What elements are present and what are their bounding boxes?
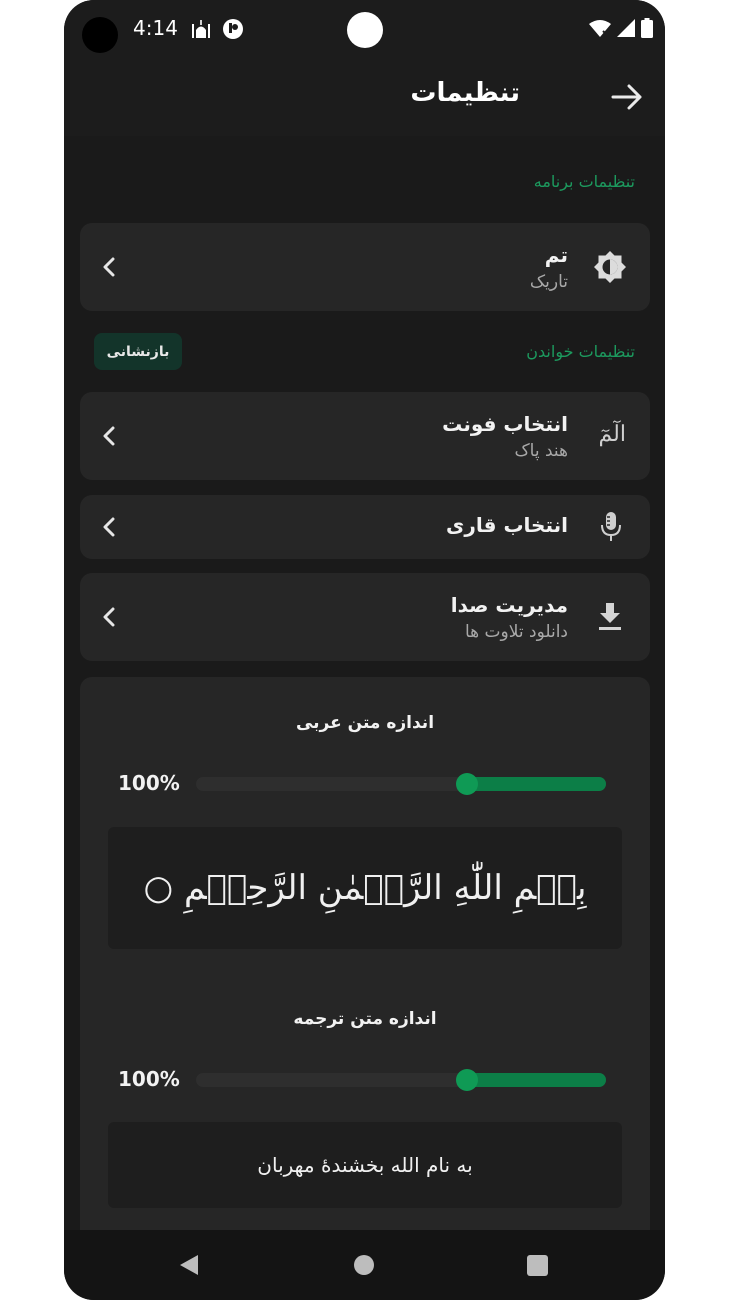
download-icon — [599, 603, 621, 630]
font-title: انتخاب فونت — [442, 412, 568, 436]
nav-back-icon[interactable] — [178, 1253, 200, 1277]
audio-setting[interactable]: مدیریت صدا دانلود تلاوت ها — [80, 573, 650, 661]
slider-thumb[interactable] — [456, 1069, 478, 1091]
system-nav-bar — [64, 1230, 665, 1300]
theme-setting[interactable]: تم تاریک — [80, 223, 650, 311]
slider-thumb[interactable] — [456, 773, 478, 795]
status-time: 4:14 — [133, 16, 178, 40]
battery-icon — [641, 18, 653, 38]
chevron-left-icon — [103, 607, 115, 627]
chevron-left-icon — [103, 426, 115, 446]
slider-fill — [467, 777, 606, 791]
font-setting[interactable]: الٓمٓ انتخاب فونت هند پاک — [80, 392, 650, 480]
theme-title: تم — [544, 243, 568, 267]
audio-subtitle: دانلود تلاوت ها — [464, 622, 568, 642]
settings-content: تنظیمات برنامه تم تاریک تنظیمات خواندن ب… — [64, 136, 665, 1237]
arabic-size-percent: 100% — [118, 771, 180, 795]
nav-home-icon[interactable] — [354, 1255, 374, 1275]
microphone-icon — [601, 512, 621, 541]
app-bar: تنظیمات — [64, 60, 665, 136]
mosque-icon — [192, 20, 210, 38]
translation-size-slider[interactable] — [196, 1069, 606, 1091]
font-glyph-icon: الٓمٓ — [598, 422, 626, 447]
status-icons — [589, 18, 653, 38]
arabic-preview: بِسۡمِ اللّٰهِ الرَّحۡمٰنِ الرَّحِيۡمِ ○ — [108, 827, 622, 949]
wifi-icon — [589, 20, 611, 37]
app-notification-icon — [223, 19, 243, 39]
reciter-title: انتخاب قاری — [446, 513, 568, 537]
translation-size-percent: 100% — [118, 1067, 180, 1091]
arabic-size-slider[interactable] — [196, 773, 606, 795]
back-arrow-icon[interactable] — [610, 82, 644, 112]
audio-title: مدیریت صدا — [450, 593, 568, 617]
signal-icon — [617, 19, 635, 37]
section-title-app-settings: تنظیمات برنامه — [533, 172, 635, 191]
camera-cutout — [347, 12, 383, 48]
font-subtitle: هند پاک — [514, 441, 568, 461]
text-size-card: اندازه متن عربی 100% بِسۡمِ اللّٰهِ الرَ… — [80, 677, 650, 1237]
status-bar: 4:14 — [64, 0, 665, 60]
theme-subtitle: تاریک — [529, 272, 568, 292]
chevron-left-icon — [103, 517, 115, 537]
translation-size-label: اندازه متن ترجمه — [293, 1009, 437, 1029]
arabic-size-label: اندازه متن عربی — [295, 713, 435, 733]
slider-fill — [467, 1073, 606, 1087]
phone-screen: 4:14 تنظیمات تنظیمات برنامه تم تاریک تنظ… — [64, 0, 665, 1300]
page-title: تنظیمات — [410, 78, 520, 108]
nav-recents-icon[interactable] — [527, 1255, 548, 1276]
translation-preview: به نام الله بخشندۀ مهربان — [108, 1122, 622, 1208]
reciter-setting[interactable]: انتخاب قاری — [80, 495, 650, 559]
section-title-reading-settings: تنظیمات خواندن — [526, 342, 635, 361]
brightness-icon — [594, 251, 626, 283]
reset-button[interactable]: بازنشانی — [94, 333, 182, 370]
front-camera — [82, 17, 118, 53]
chevron-left-icon — [103, 257, 115, 277]
